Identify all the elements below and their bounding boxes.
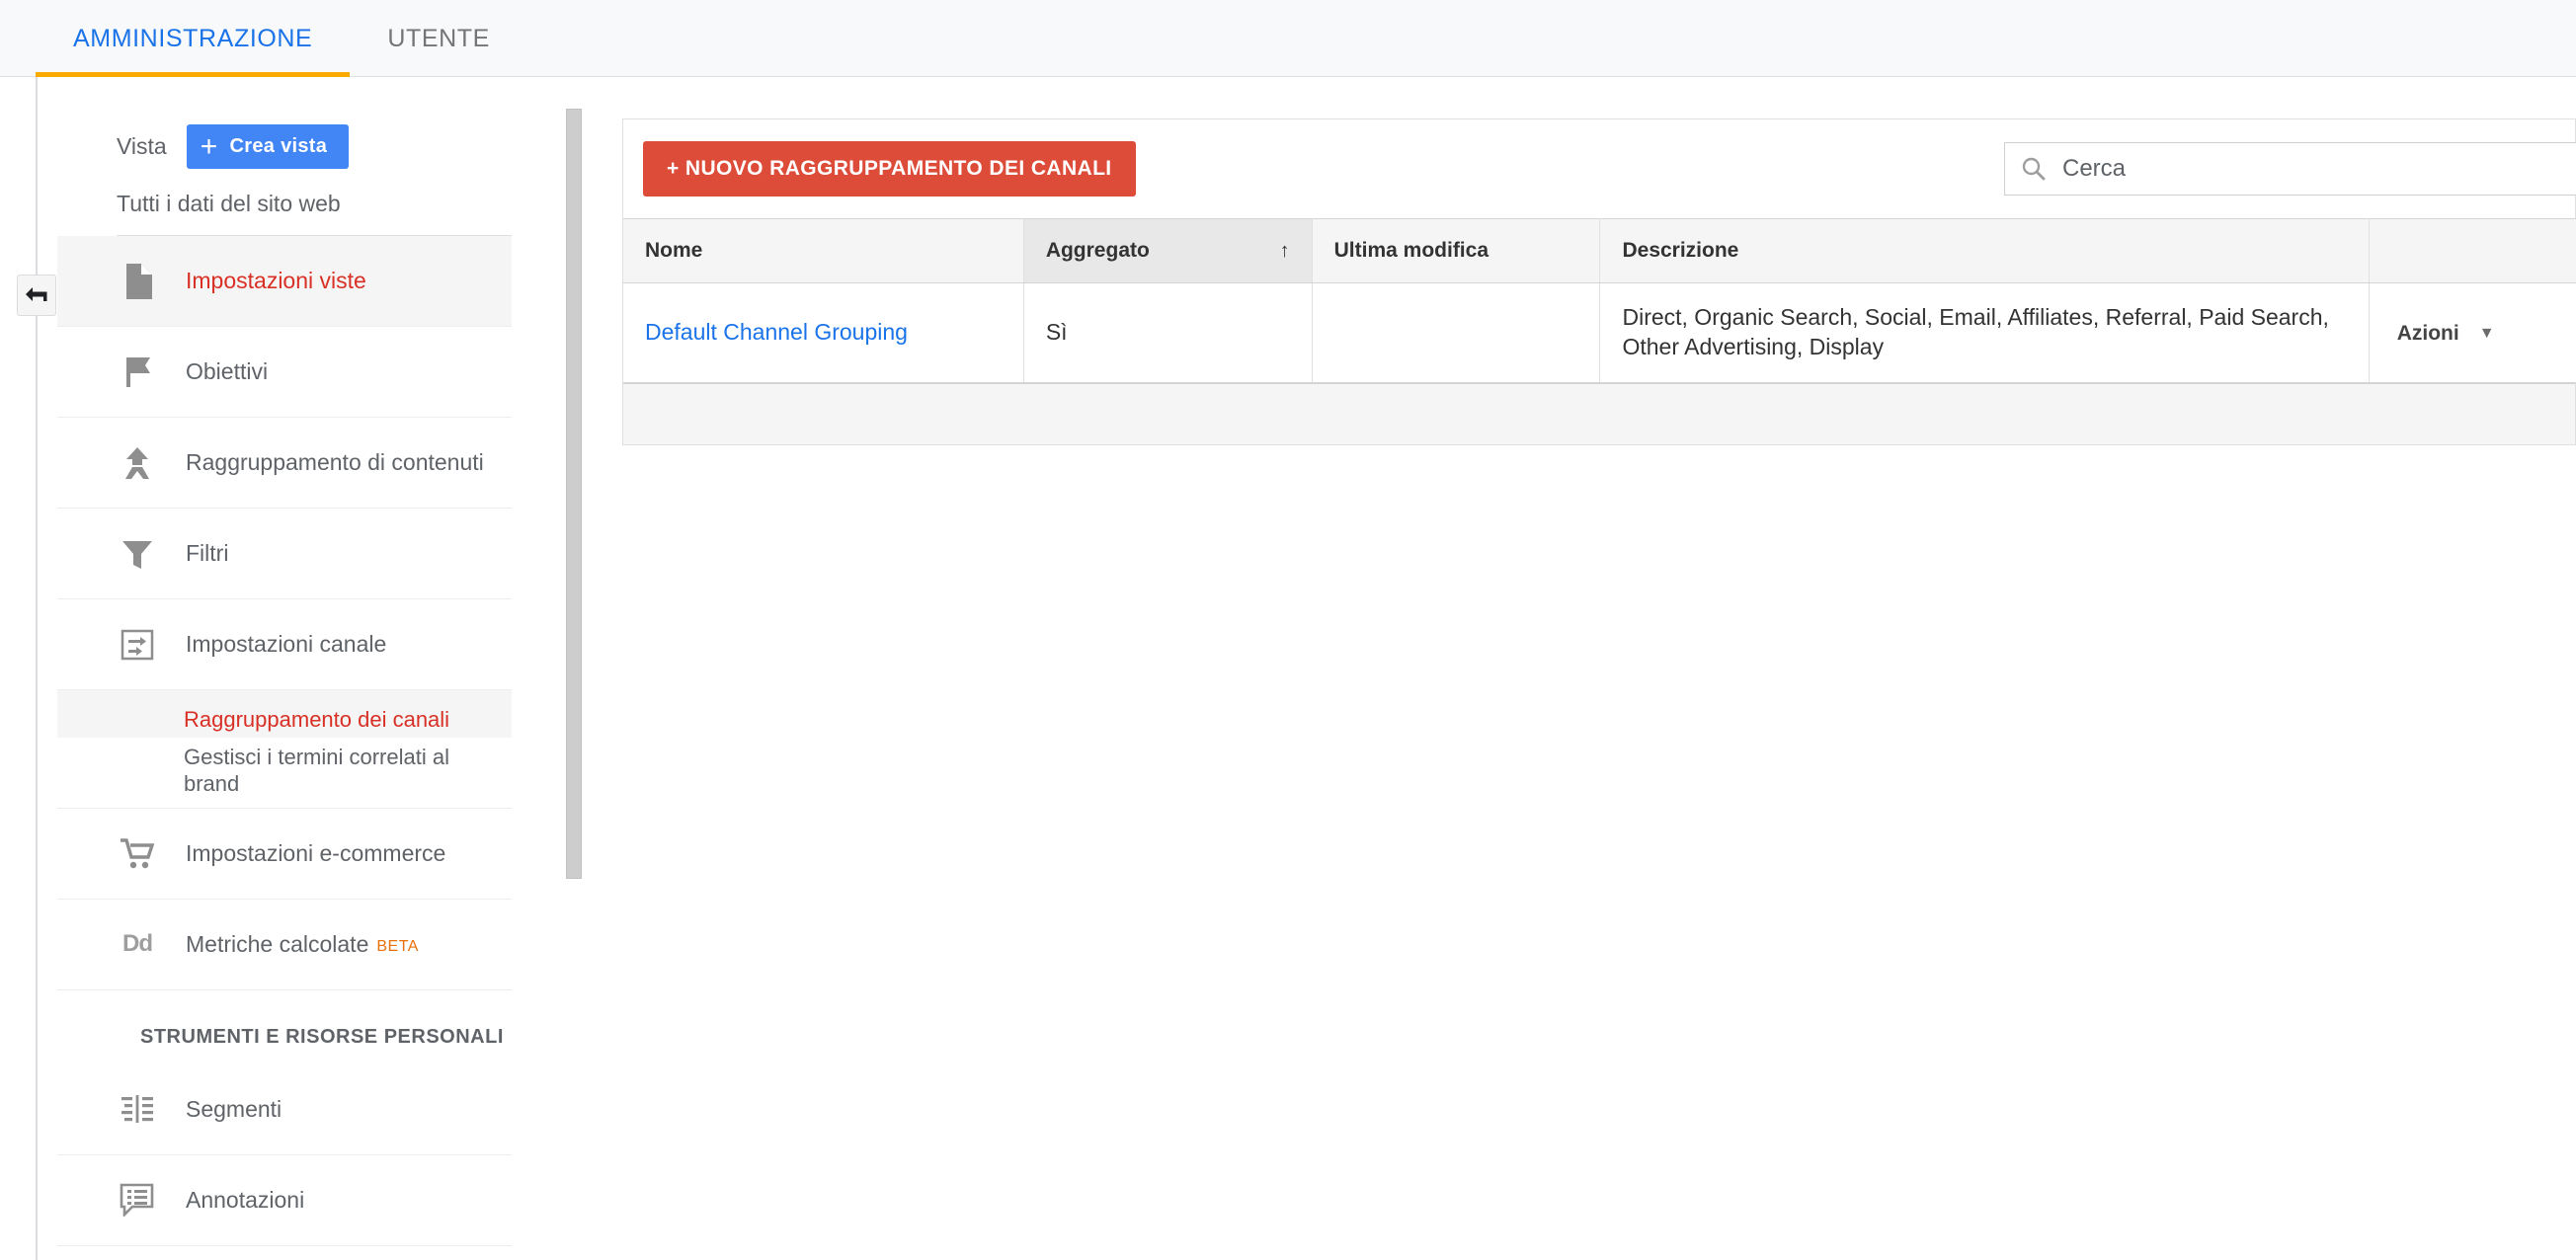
- sidebar-item-label: Obiettivi: [186, 358, 269, 385]
- column-header-azioni: [2369, 218, 2576, 283]
- channel-grouping-panel: + NUOVO RAGGRUPPAMENTO DEI CANALI Cerca …: [622, 118, 2576, 445]
- sidebar-item-label-wrap: Metriche calcolate BETA: [186, 930, 419, 959]
- column-header-label: Nome: [645, 239, 703, 262]
- channel-grouping-table: Nome Aggregato ↑ Ultima modifica Descriz…: [623, 218, 2576, 383]
- column-header-ultima-modifica[interactable]: Ultima modifica: [1312, 218, 1601, 283]
- view-selector-header: Vista + Crea vista: [57, 107, 571, 169]
- sidebar-subitem-label: Raggruppamento dei canali: [184, 707, 450, 732]
- cell-azioni: Azioni ▼: [2369, 282, 2576, 383]
- sidebar-subitem-raggruppamento-dei-canali[interactable]: Raggruppamento dei canali: [57, 690, 512, 738]
- sidebar-item-label: Filtri: [186, 540, 229, 567]
- channel-settings-subitems: Raggruppamento dei canali Gestisci i ter…: [57, 690, 512, 809]
- top-tab-bar: AMMINISTRAZIONE UTENTE: [0, 0, 2576, 77]
- cell-nome: Default Channel Grouping: [623, 282, 1024, 383]
- column-header-label: Aggregato: [1045, 239, 1150, 262]
- flag-icon: [117, 352, 158, 393]
- sidebar-item-obiettivi[interactable]: Obiettivi: [57, 327, 512, 418]
- actions-label: Azioni: [2396, 321, 2459, 345]
- cell-aggregato: Sì: [1023, 282, 1313, 383]
- sidebar-item-impostazioni-ecommerce[interactable]: Impostazioni e-commerce: [57, 809, 512, 900]
- plus-icon: +: [200, 129, 218, 163]
- column-header-nome[interactable]: Nome: [623, 218, 1024, 283]
- sidebar-subitem-label: Gestisci i termini correlati al brand: [184, 744, 449, 797]
- table-head: Nome Aggregato ↑ Ultima modifica Descriz…: [623, 218, 2576, 283]
- sidebar-item-impostazioni-canale[interactable]: Impostazioni canale: [57, 599, 512, 690]
- annotations-icon: [117, 1179, 158, 1221]
- tab-amministrazione-label: AMMINISTRAZIONE: [73, 24, 313, 52]
- sidebar-item-metriche-calcolate[interactable]: Dd Metriche calcolate BETA: [57, 900, 512, 990]
- content-grouping-icon: [117, 442, 158, 484]
- sidebar-item-label: Impostazioni e-commerce: [186, 839, 446, 866]
- cell-descrizione: Direct, Organic Search, Social, Email, A…: [1599, 282, 2370, 383]
- sidebar-scrollbar-thumb[interactable]: [566, 109, 582, 879]
- tab-amministrazione[interactable]: AMMINISTRAZIONE: [36, 0, 351, 77]
- current-view-name[interactable]: Tutti i dati del sito web: [57, 169, 571, 235]
- tab-utente-label: UTENTE: [387, 24, 490, 52]
- cart-icon: [117, 832, 158, 874]
- sidebar: Vista + Crea vista Tutti i dati del sito…: [57, 107, 571, 1260]
- sidebar-item-filtri[interactable]: Filtri: [57, 509, 512, 599]
- table-header-row: Nome Aggregato ↑ Ultima modifica Descriz…: [623, 218, 2576, 283]
- document-icon: [117, 261, 158, 302]
- sidebar-item-label: Impostazioni canale: [186, 631, 387, 658]
- create-view-label: Crea vista: [229, 135, 328, 157]
- table-row: Default Channel Grouping Sì Direct, Orga…: [623, 282, 2576, 383]
- dd-icon: Dd: [122, 930, 153, 957]
- sidebar-collapse-button[interactable]: [17, 275, 56, 316]
- table-body: Default Channel Grouping Sì Direct, Orga…: [623, 282, 2576, 383]
- sidebar-subitem-termini-brand[interactable]: Gestisci i termini correlati al brand: [57, 738, 512, 808]
- sidebar-item-label: Annotazioni: [186, 1186, 305, 1213]
- create-view-button[interactable]: + Crea vista: [186, 124, 350, 169]
- sort-ascending-icon: ↑: [1279, 239, 1290, 262]
- sidebar-item-label: Raggruppamento di contenuti: [186, 449, 484, 476]
- column-header-aggregato[interactable]: Aggregato ↑: [1023, 218, 1313, 283]
- column-header-label: Ultima modifica: [1333, 239, 1489, 262]
- view-label: Vista: [117, 133, 167, 159]
- search-box[interactable]: [2004, 142, 2576, 196]
- column-header-label: Descrizione: [1622, 239, 1739, 262]
- rail-divider: [36, 77, 38, 1260]
- cell-ultima-modifica: [1312, 282, 1601, 383]
- sidebar-item-raggruppamento-contenuti[interactable]: Raggruppamento di contenuti: [57, 418, 512, 509]
- channel-settings-icon: [117, 624, 158, 666]
- search-input[interactable]: [2060, 154, 2570, 184]
- sidebar-section-header: STRUMENTI E RISORSE PERSONALI: [140, 1025, 504, 1048]
- sidebar-item-label: Metriche calcolate: [186, 930, 369, 957]
- tab-utente[interactable]: UTENTE: [350, 0, 527, 77]
- sidebar-item-label: Segmenti: [186, 1095, 282, 1122]
- search-icon: [2021, 156, 2047, 182]
- actions-dropdown-button[interactable]: Azioni ▼: [2391, 321, 2501, 347]
- column-header-descrizione[interactable]: Descrizione: [1599, 218, 2370, 283]
- table-footer: [623, 382, 2575, 444]
- chevron-down-icon: ▼: [2478, 324, 2495, 342]
- sidebar-item-annotazioni[interactable]: Annotazioni: [57, 1155, 512, 1246]
- new-channel-grouping-button[interactable]: + NUOVO RAGGRUPPAMENTO DEI CANALI: [643, 141, 1136, 197]
- main-content: + NUOVO RAGGRUPPAMENTO DEI CANALI Cerca …: [622, 118, 2576, 484]
- sidebar-item-impostazioni-viste[interactable]: Impostazioni viste: [57, 236, 512, 327]
- sidebar-item-label: Impostazioni viste: [186, 268, 366, 294]
- beta-badge: BETA: [376, 937, 419, 955]
- sidebar-item-segmenti[interactable]: Segmenti: [57, 1064, 512, 1155]
- segments-icon: [117, 1088, 158, 1130]
- back-arrow-icon: [24, 285, 49, 305]
- channel-grouping-link[interactable]: Default Channel Grouping: [645, 319, 908, 345]
- funnel-icon: [117, 533, 158, 575]
- panel-toolbar: + NUOVO RAGGRUPPAMENTO DEI CANALI: [623, 119, 2576, 218]
- tab-list: AMMINISTRAZIONE UTENTE: [0, 0, 2576, 77]
